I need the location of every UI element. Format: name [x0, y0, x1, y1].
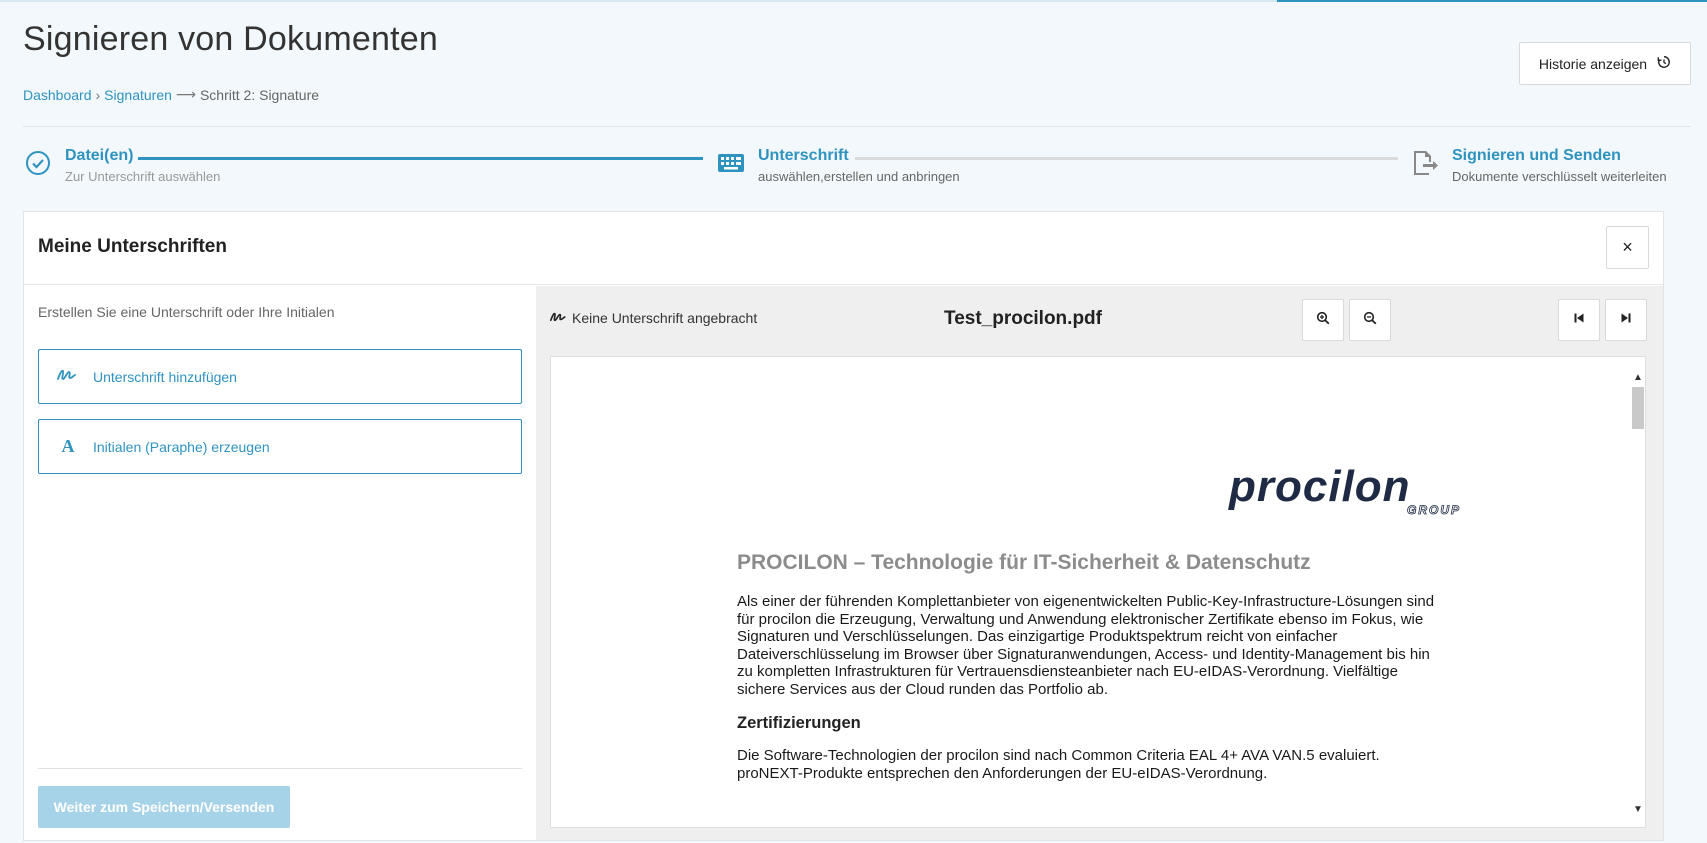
pdf-page: procilon GROUP PROCILON – Technologie fü…	[737, 357, 1497, 827]
breadcrumb: Dashboard › Signaturen ⟶ Schritt 2: Sign…	[23, 86, 319, 103]
add-signature-label: Unterschrift hinzufügen	[93, 368, 237, 385]
document-filename: Test_procilon.pdf	[944, 308, 1102, 329]
paragraph-line: Signaturen und Verschlüsselungen. Das ei…	[737, 628, 1338, 646]
breadcrumb-dashboard[interactable]: Dashboard	[23, 87, 92, 103]
step-sign-send-subtitle: Dokumente verschlüsselt weiterleiten	[1452, 169, 1667, 184]
skip-forward-icon	[1620, 311, 1632, 329]
signature-scribble-icon	[57, 368, 79, 385]
history-button[interactable]: Historie anzeigen	[1519, 42, 1691, 85]
paragraph-line: zu kompletten Infrastrukturen für Vertra…	[737, 663, 1398, 681]
scroll-up-icon[interactable]: ▲	[1631, 371, 1645, 385]
step-files[interactable]: Datei(en) Zur Unterschrift auswählen	[23, 146, 220, 184]
sidebar-divider	[38, 768, 522, 769]
scroll-thumb[interactable]	[1632, 387, 1644, 429]
panel-header: Meine Unterschriften ×	[24, 212, 1663, 285]
step-signature-title: Unterschrift	[758, 147, 849, 164]
paragraph-line: für procilon die Erzeugung, Verwaltung u…	[737, 610, 1424, 628]
paragraph-line: proNEXT-Produkte entsprechen den Anforde…	[737, 764, 1268, 782]
skip-back-icon	[1573, 311, 1585, 329]
breadcrumb-arrow-icon: ⟶	[175, 86, 196, 102]
sidebar-hint: Erstellen Sie eine Unterschrift oder Ihr…	[38, 304, 335, 320]
pdf-frame[interactable]: procilon GROUP PROCILON – Technologie fü…	[550, 356, 1646, 828]
first-page-button[interactable]	[1558, 299, 1600, 341]
step-sign-send[interactable]: Signieren und Senden Dokumente verschlüs…	[1410, 146, 1667, 184]
zoom-in-icon	[1316, 311, 1330, 330]
breadcrumb-signaturen[interactable]: Signaturen	[104, 87, 172, 103]
pdf-scrollbar[interactable]: ▲ ▼	[1631, 371, 1645, 817]
signature-status-text: Keine Unterschrift angebracht	[572, 310, 758, 326]
keyboard-icon	[716, 148, 746, 178]
check-circle-icon	[23, 148, 53, 178]
font-letter-icon: A	[61, 436, 75, 456]
add-signature-button[interactable]: Unterschrift hinzufügen	[38, 349, 522, 404]
step-connector-pending	[855, 157, 1398, 160]
history-button-label: Historie anzeigen	[1538, 55, 1648, 72]
create-initials-label: Initialen (Paraphe) erzeugen	[93, 438, 270, 455]
create-initials-button[interactable]: A Initialen (Paraphe) erzeugen	[38, 419, 522, 474]
document-subheading: Zertifizierungen	[737, 714, 861, 732]
step-files-subtitle: Zur Unterschrift auswählen	[65, 169, 221, 184]
signature-sidebar: Erstellen Sie eine Unterschrift oder Ihr…	[24, 286, 536, 840]
paragraph-line: Die Software-Technologien der procilon s…	[737, 747, 1380, 764]
step-sign-send-title: Signieren und Senden	[1452, 147, 1621, 164]
svg-text:GROUP: GROUP	[1407, 503, 1461, 517]
step-signature-subtitle: auswählen,erstellen und anbringen	[758, 169, 960, 184]
document-viewer: Keine Unterschrift angebracht Test_proci…	[536, 286, 1663, 840]
viewer-toolbar: Keine Unterschrift angebracht Test_proci…	[536, 286, 1663, 352]
file-export-icon	[1410, 148, 1440, 178]
continue-button[interactable]: Weiter zum Speichern/Versenden	[38, 786, 290, 828]
breadcrumb-separator: ›	[95, 86, 101, 103]
paragraph-line: sichere Services aus der Cloud runden da…	[737, 680, 1109, 698]
breadcrumb-current: Schritt 2: Signature	[199, 86, 320, 103]
signature-status: Keine Unterschrift angebracht	[550, 310, 757, 326]
zoom-in-button[interactable]	[1302, 299, 1344, 341]
page-title: Signieren von Dokumenten	[23, 20, 438, 58]
close-icon: ×	[1622, 237, 1633, 257]
procilon-logo: procilon GROUP	[1227, 462, 1487, 522]
step-signature[interactable]: Unterschrift auswählen,erstellen und anb…	[716, 146, 960, 184]
paragraph-line: Dateiverschlüsselung im Browser über Sig…	[737, 645, 1430, 663]
document-paragraph: Als einer der führenden Komplettanbieter…	[737, 593, 1477, 699]
last-page-button[interactable]	[1605, 299, 1647, 341]
document-paragraph-2: Die Software-Technologien der procilon s…	[737, 747, 1477, 782]
close-button[interactable]: ×	[1606, 226, 1649, 269]
zoom-out-button[interactable]	[1349, 299, 1391, 341]
panel-title: Meine Unterschriften	[38, 236, 227, 257]
history-icon	[1657, 55, 1671, 72]
step-files-title: Datei(en)	[65, 147, 134, 164]
step-connector-done	[138, 157, 703, 160]
signature-scribble-icon	[550, 310, 568, 326]
header-divider	[23, 126, 1691, 127]
document-heading: PROCILON – Technologie für IT-Sicherheit…	[737, 551, 1311, 574]
signatures-panel: Meine Unterschriften × Erstellen Sie ein…	[23, 211, 1664, 841]
paragraph-line: Als einer der führenden Komplettanbieter…	[737, 593, 1435, 610]
svg-text:procilon: procilon	[1228, 469, 1411, 511]
scroll-down-icon[interactable]: ▼	[1631, 803, 1645, 817]
top-progress-line	[0, 0, 1707, 2]
zoom-out-icon	[1363, 311, 1377, 330]
